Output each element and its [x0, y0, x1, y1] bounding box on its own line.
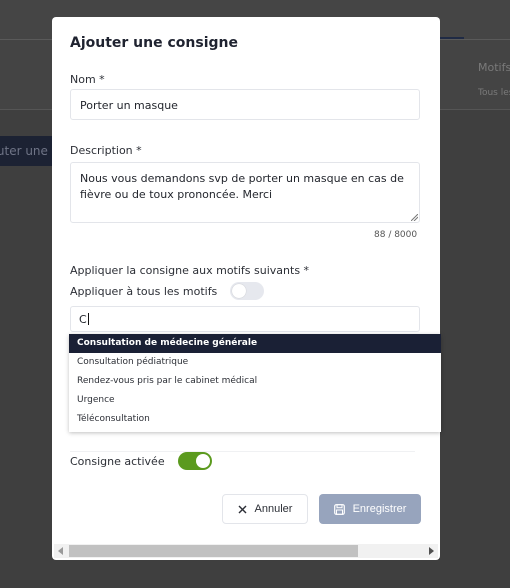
- background-add-button-label: Ajouter une consigne: [0, 144, 60, 158]
- motif-option[interactable]: Consultation pédiatrique: [69, 353, 441, 372]
- scroll-left-arrow-icon[interactable]: [58, 547, 63, 555]
- motif-option[interactable]: Rendez-vous pris par le cabinet médical: [69, 372, 441, 391]
- save-button[interactable]: Enregistrer: [319, 494, 421, 524]
- resize-handle-icon[interactable]: [411, 214, 418, 221]
- motif-options-dropdown: Consultation de médecine générale Consul…: [69, 334, 441, 432]
- horizontal-scrollbar[interactable]: [54, 544, 438, 558]
- active-toggle[interactable]: [178, 452, 212, 470]
- character-counter: 88 / 8000: [374, 230, 418, 240]
- save-icon: [333, 503, 345, 515]
- description-label: Description *: [70, 144, 142, 157]
- add-instruction-dialog: Ajouter une consigne Nom * Porter un mas…: [52, 17, 440, 560]
- background-tab-motifs: Motifs: [478, 61, 510, 74]
- motif-options-list: Consultation de médecine générale Consul…: [69, 334, 441, 429]
- toggle-knob: [196, 454, 210, 468]
- background-add-button: Ajouter une consigne: [0, 136, 60, 166]
- motifs-label: Appliquer la consigne aux motifs suivant…: [70, 264, 310, 277]
- active-label: Consigne activée: [70, 455, 165, 468]
- motif-option[interactable]: Urgence: [69, 391, 441, 410]
- name-label: Nom *: [70, 73, 105, 86]
- motif-option[interactable]: Consultation de médecine générale: [69, 334, 441, 353]
- cancel-button-label: Annuler: [254, 503, 293, 515]
- apply-all-toggle[interactable]: [230, 282, 264, 300]
- text-caret: [87, 313, 89, 325]
- scrollbar-thumb[interactable]: [69, 545, 358, 557]
- name-field[interactable]: Porter un masque: [70, 89, 420, 120]
- save-button-label: Enregistrer: [352, 503, 407, 515]
- close-icon: [238, 505, 247, 513]
- background-active-tab-indicator: [440, 37, 464, 39]
- scroll-right-arrow-icon[interactable]: [429, 547, 434, 555]
- motif-option[interactable]: Téléconsultation: [69, 410, 441, 429]
- apply-all-label: Appliquer à tous les motifs: [70, 285, 218, 298]
- toggle-knob: [232, 284, 246, 298]
- motif-search-input[interactable]: C: [70, 306, 420, 332]
- background-sub-label: Tous les: [478, 88, 510, 98]
- divider: [70, 451, 415, 452]
- dialog-title: Ajouter une consigne: [70, 35, 238, 51]
- motif-search-value: C: [79, 313, 87, 326]
- cancel-button[interactable]: Annuler: [222, 494, 308, 524]
- description-text: Nous vous demandons svp de porter un mas…: [80, 172, 404, 201]
- description-field[interactable]: Nous vous demandons svp de porter un mas…: [70, 162, 420, 223]
